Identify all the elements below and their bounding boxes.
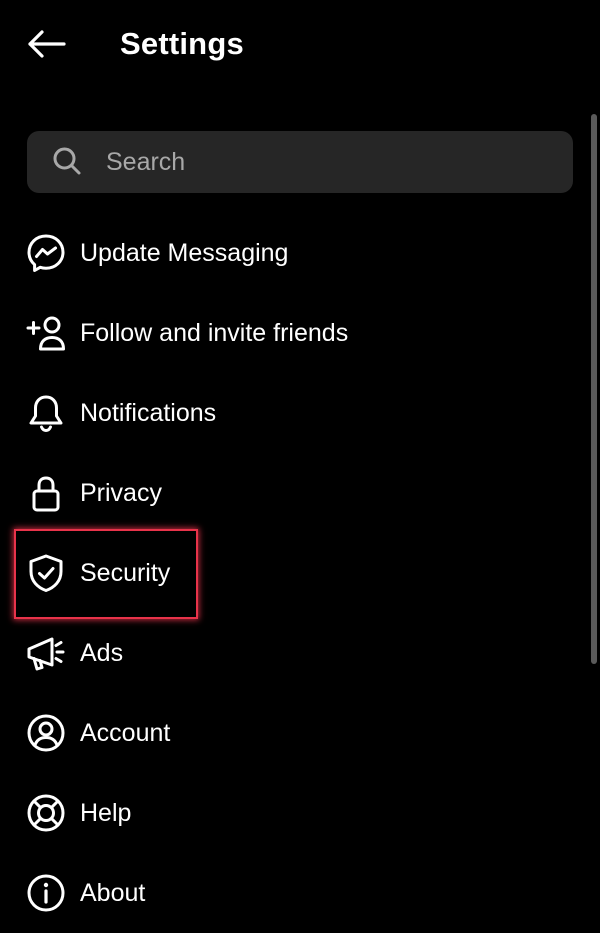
menu-item-label: Security — [80, 559, 171, 587]
search-input[interactable] — [106, 131, 546, 193]
user-circle-icon — [26, 713, 66, 753]
settings-menu: Update Messaging Follow and invite frien… — [0, 213, 592, 933]
menu-item-label: Notifications — [80, 399, 217, 427]
menu-item-label: Account — [80, 719, 171, 747]
menu-item-about[interactable]: About — [0, 853, 592, 933]
menu-item-label: Ads — [80, 639, 124, 667]
arrow-left-icon — [28, 30, 66, 58]
info-icon — [26, 873, 66, 913]
page-title: Settings — [120, 26, 244, 61]
lifebuoy-icon — [26, 793, 66, 833]
menu-item-label: About — [80, 879, 146, 907]
lock-icon — [26, 473, 66, 513]
menu-item-notifications[interactable]: Notifications — [0, 373, 592, 453]
menu-item-account[interactable]: Account — [0, 693, 592, 773]
menu-item-label: Update Messaging — [80, 239, 289, 267]
scrollbar[interactable] — [591, 114, 597, 664]
menu-item-privacy[interactable]: Privacy — [0, 453, 592, 533]
menu-item-label: Follow and invite friends — [80, 319, 349, 347]
menu-item-follow-invite[interactable]: Follow and invite friends — [0, 293, 592, 373]
search-icon — [53, 147, 81, 175]
app-header: Settings — [0, 0, 600, 88]
menu-item-update-messaging[interactable]: Update Messaging — [0, 213, 592, 293]
messenger-icon — [26, 233, 66, 273]
bell-icon — [26, 393, 66, 433]
add-person-icon — [26, 313, 66, 353]
menu-item-ads[interactable]: Ads — [0, 613, 592, 693]
menu-item-label: Help — [80, 799, 132, 827]
back-button[interactable] — [24, 24, 68, 64]
megaphone-icon — [26, 633, 66, 673]
shield-check-icon — [26, 553, 66, 593]
menu-item-help[interactable]: Help — [0, 773, 592, 853]
menu-item-security[interactable]: Security — [0, 533, 592, 613]
menu-item-label: Privacy — [80, 479, 162, 507]
